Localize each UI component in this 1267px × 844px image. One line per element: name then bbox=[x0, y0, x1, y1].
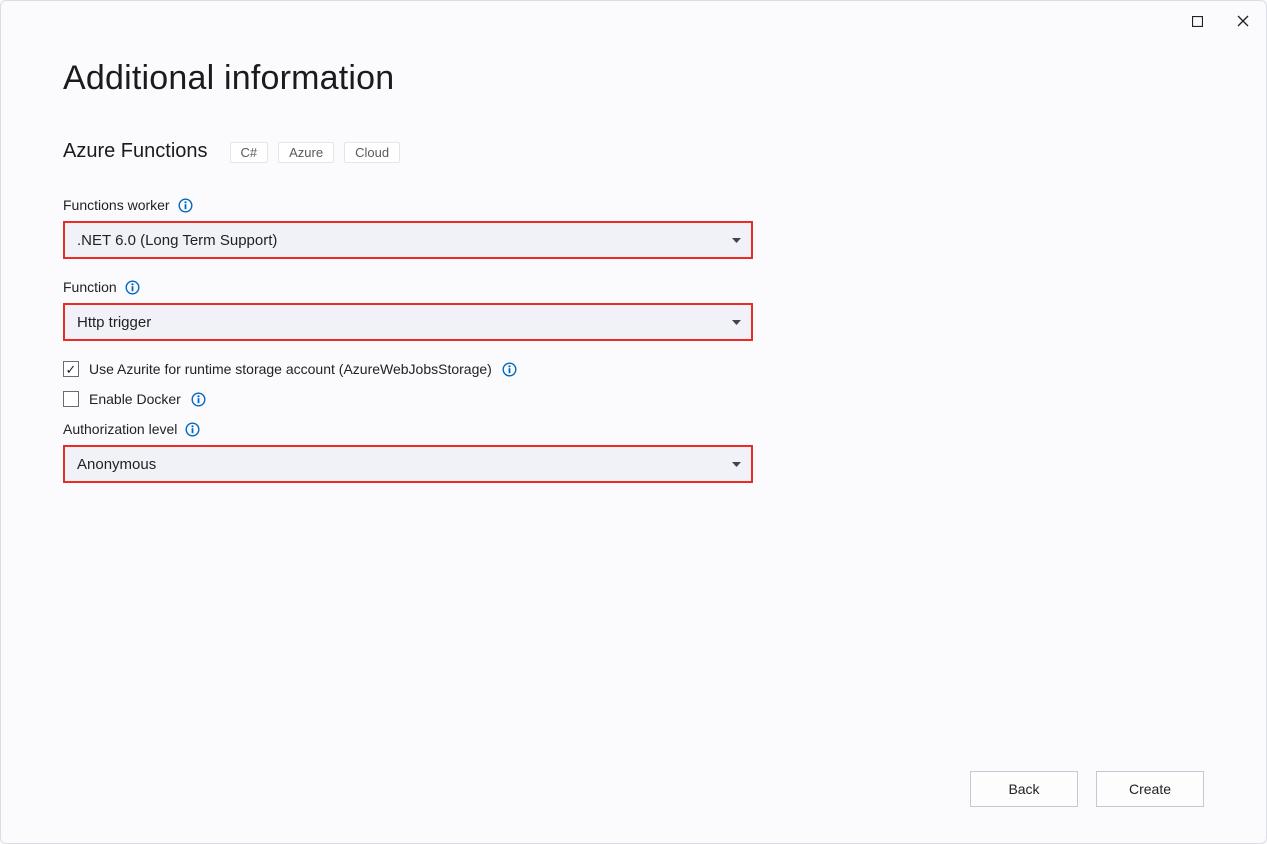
enable-docker-checkbox[interactable] bbox=[63, 391, 79, 407]
tag-azure: Azure bbox=[278, 142, 334, 163]
info-icon[interactable] bbox=[178, 198, 193, 213]
dialog-window: Additional information Azure Functions C… bbox=[0, 0, 1267, 844]
function-trigger-value[interactable]: Http trigger bbox=[65, 305, 751, 339]
function-trigger-field: Function Http trigger bbox=[63, 279, 1204, 341]
maximize-button[interactable] bbox=[1174, 1, 1220, 41]
info-icon[interactable] bbox=[191, 392, 206, 407]
use-azurite-checkbox[interactable] bbox=[63, 361, 79, 377]
tag-cloud: Cloud bbox=[344, 142, 400, 163]
maximize-icon bbox=[1192, 16, 1203, 27]
dialog-content: Additional information Azure Functions C… bbox=[63, 59, 1204, 763]
close-icon bbox=[1237, 15, 1249, 27]
function-trigger-label: Function bbox=[63, 279, 117, 295]
close-button[interactable] bbox=[1220, 1, 1266, 41]
function-trigger-select[interactable]: Http trigger bbox=[63, 303, 753, 341]
project-tags: C# Azure Cloud bbox=[230, 142, 401, 163]
back-button[interactable]: Back bbox=[970, 771, 1078, 807]
enable-docker-row: Enable Docker bbox=[63, 391, 1204, 407]
dialog-footer: Back Create bbox=[970, 771, 1204, 807]
use-azurite-label: Use Azurite for runtime storage account … bbox=[89, 361, 492, 377]
tag-csharp: C# bbox=[230, 142, 269, 163]
info-icon[interactable] bbox=[185, 422, 200, 437]
auth-level-value[interactable]: Anonymous bbox=[65, 447, 751, 481]
use-azurite-row: Use Azurite for runtime storage account … bbox=[63, 361, 1204, 377]
auth-level-label: Authorization level bbox=[63, 421, 177, 437]
project-type-row: Azure Functions C# Azure Cloud bbox=[63, 140, 1204, 163]
auth-level-select[interactable]: Anonymous bbox=[63, 445, 753, 483]
functions-worker-label: Functions worker bbox=[63, 197, 170, 213]
info-icon[interactable] bbox=[125, 280, 140, 295]
auth-level-field: Authorization level Anonymous bbox=[63, 421, 1204, 483]
info-icon[interactable] bbox=[502, 362, 517, 377]
enable-docker-label: Enable Docker bbox=[89, 391, 181, 407]
create-button[interactable]: Create bbox=[1096, 771, 1204, 807]
titlebar-controls bbox=[1174, 1, 1266, 41]
page-title: Additional information bbox=[63, 59, 1204, 98]
project-type-name: Azure Functions bbox=[63, 140, 208, 163]
functions-worker-select[interactable]: .NET 6.0 (Long Term Support) bbox=[63, 221, 753, 259]
functions-worker-value[interactable]: .NET 6.0 (Long Term Support) bbox=[65, 223, 751, 257]
functions-worker-field: Functions worker .NET 6.0 (Long Term Sup… bbox=[63, 197, 1204, 259]
